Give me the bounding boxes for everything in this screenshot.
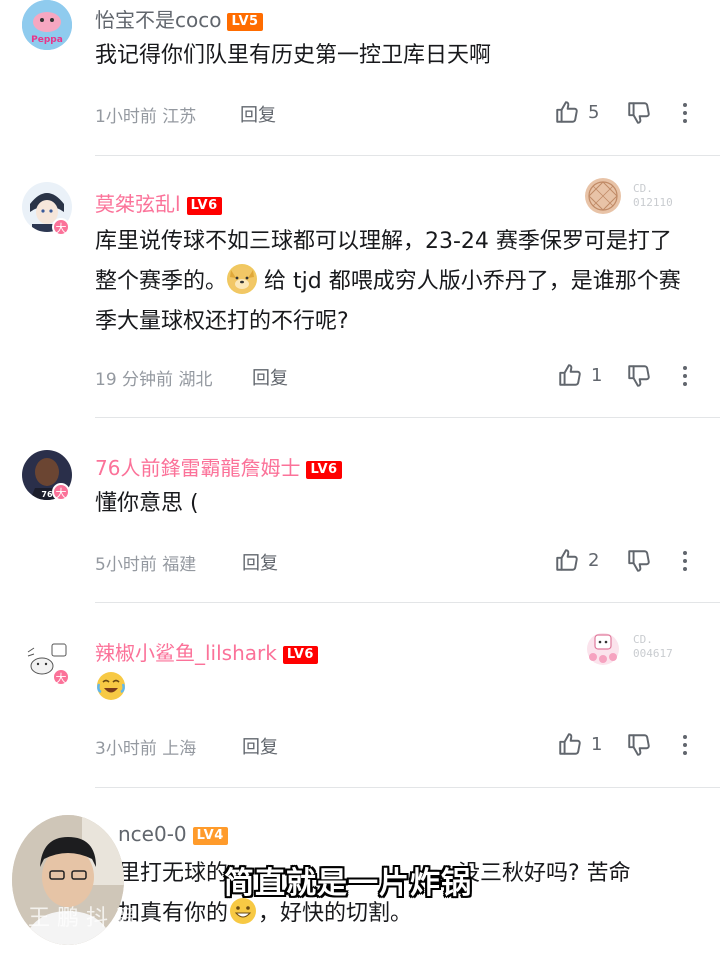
comment-meta: 5小时前 福建 bbox=[95, 555, 197, 575]
dislike-button[interactable] bbox=[626, 732, 652, 762]
like-count: 1 bbox=[591, 364, 603, 386]
more-icon[interactable] bbox=[678, 101, 692, 129]
thumbs-down-icon bbox=[628, 734, 650, 756]
thumbs-up-icon bbox=[559, 733, 581, 755]
reply-button[interactable]: 回复 bbox=[252, 364, 288, 390]
divider bbox=[95, 417, 720, 418]
fan-card[interactable]: CD. 012110 bbox=[583, 176, 673, 216]
level-badge: LV4 bbox=[192, 826, 228, 845]
comment-meta: 1小时前 江苏 bbox=[95, 107, 197, 127]
username[interactable]: 76人前鋒雷霸龍詹姆士 LV6 bbox=[95, 452, 342, 481]
more-icon[interactable] bbox=[678, 549, 692, 577]
comment-meta: 19 分钟前 湖北 bbox=[95, 370, 213, 390]
comment-meta: 3小时前 上海 bbox=[95, 739, 197, 759]
level-badge: LV6 bbox=[282, 645, 318, 664]
comment-text: 懂你意思 ( bbox=[95, 491, 199, 516]
fan-card[interactable]: CD. 004617 bbox=[583, 627, 673, 667]
level-badge: LV6 bbox=[186, 196, 222, 215]
svg-text:Peppa: Peppa bbox=[31, 35, 63, 45]
divider bbox=[95, 155, 720, 156]
avatar-badge: 大 bbox=[52, 218, 70, 236]
thumbs-down-icon bbox=[628, 365, 650, 387]
fan-card-medallion-icon bbox=[585, 178, 621, 214]
dislike-button[interactable] bbox=[626, 100, 652, 130]
username[interactable]: 莫桀弦乱l LV6 bbox=[95, 188, 222, 217]
username[interactable]: 怡宝不是coco LV5 bbox=[95, 4, 263, 33]
like-button[interactable]: 2 bbox=[554, 547, 599, 573]
reply-button[interactable]: 回复 bbox=[242, 549, 278, 575]
like-button[interactable]: 1 bbox=[557, 731, 602, 757]
like-count: 1 bbox=[591, 733, 603, 755]
like-button[interactable]: 1 bbox=[557, 362, 602, 388]
more-icon[interactable] bbox=[678, 733, 692, 761]
username[interactable]: nce0-0 LV4 bbox=[118, 822, 228, 846]
avatar[interactable]: Peppa bbox=[22, 0, 72, 50]
comment-text: 我记得你们队里有历史第一控卫库日天啊 bbox=[95, 43, 492, 68]
laughing-crying-emoji-icon bbox=[95, 670, 125, 700]
thumbs-down-icon bbox=[628, 550, 650, 572]
avatar-badge: 大 bbox=[52, 668, 70, 686]
comment-text: 库里说传球不如三球都可以理解，23-24 赛季保罗可是打了整个赛季的。 给 tj… bbox=[95, 229, 681, 334]
thumbs-up-icon bbox=[556, 101, 578, 123]
divider bbox=[95, 787, 720, 788]
more-icon[interactable] bbox=[678, 364, 692, 392]
fan-card-medallion-icon bbox=[587, 633, 619, 665]
username[interactable]: 辣椒小鲨鱼_lilshark LV6 bbox=[95, 637, 318, 666]
dislike-button[interactable] bbox=[626, 363, 652, 393]
reply-button[interactable]: 回复 bbox=[240, 101, 276, 127]
reply-button[interactable]: 回复 bbox=[242, 733, 278, 759]
comment-text bbox=[95, 670, 686, 710]
dislike-button[interactable] bbox=[626, 548, 652, 578]
avatar-badge: 大 bbox=[52, 483, 70, 501]
video-subtitle: 简直就是一片炸锅 bbox=[224, 866, 472, 901]
doge-emoji-icon bbox=[227, 264, 258, 294]
thumbs-up-icon bbox=[559, 364, 581, 386]
like-count: 2 bbox=[588, 549, 600, 571]
thumbs-up-icon bbox=[556, 549, 578, 571]
like-button[interactable]: 5 bbox=[554, 99, 599, 125]
divider bbox=[95, 602, 720, 603]
watermark: 王 鹏 抖 音 bbox=[28, 906, 137, 931]
thumbs-down-icon bbox=[628, 102, 650, 124]
level-badge: LV5 bbox=[227, 12, 263, 31]
like-count: 5 bbox=[588, 101, 600, 123]
level-badge: LV6 bbox=[306, 460, 342, 479]
